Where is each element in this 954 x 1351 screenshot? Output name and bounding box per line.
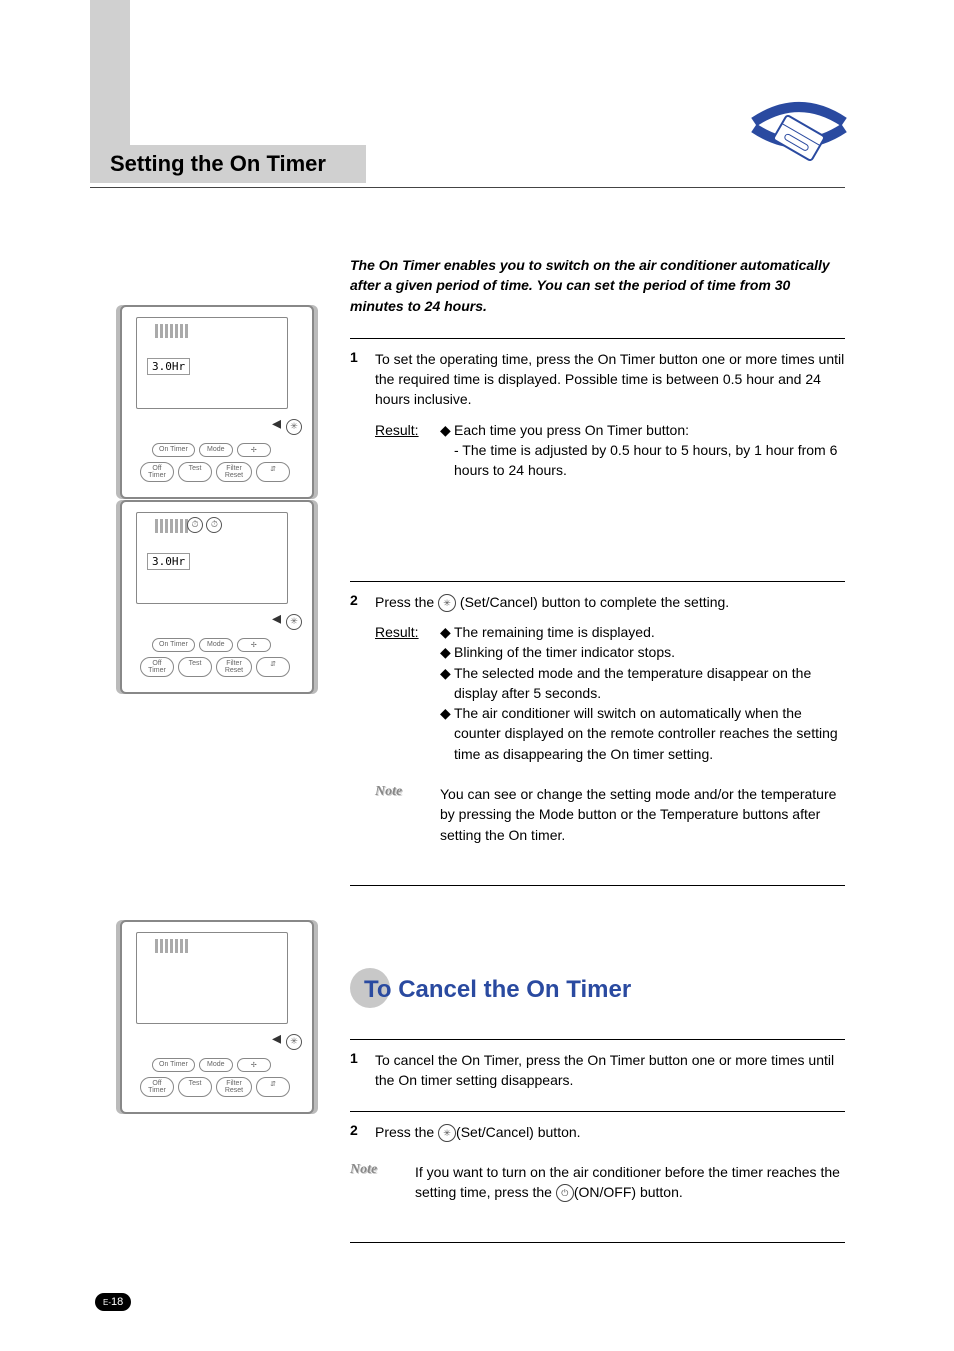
result-label: Result: [375, 622, 440, 764]
step-text: Press the ✳ (Set/Cancel) button to compl… [375, 592, 845, 612]
callout-arrow-icon: ◂ ✳ [272, 413, 302, 435]
text-fragment: (ON/OFF) button. [574, 1184, 683, 1200]
section-divider [350, 885, 845, 886]
on-off-icon: ⏻ [556, 1184, 574, 1202]
text-fragment: (Set/Cancel) button. [456, 1124, 581, 1140]
note-text: If you want to turn on the air condition… [415, 1162, 845, 1203]
remote-swing-button: ⇵ [256, 1077, 290, 1097]
cancel-heading-text: To Cancel the On Timer [350, 976, 631, 1003]
cancel-heading: To Cancel the On Timer [350, 976, 845, 1004]
remote-on-timer-button: On Timer [152, 638, 195, 652]
cancel-note-block: Note If you want to turn on the air cond… [350, 1162, 845, 1203]
page-prefix: E- [103, 1298, 111, 1307]
remote-filter-button: Filter Reset [216, 657, 252, 677]
remote-filter-button: Filter Reset [216, 462, 252, 482]
result-subline: - The time is adjusted by 0.5 hour to 5 … [440, 440, 845, 481]
result-bullet: The air conditioner will switch on autom… [454, 703, 845, 764]
remote-timer-icons: ⏱ ⏱ [187, 516, 222, 533]
step-1: 1 To set the operating time, press the O… [350, 338, 845, 481]
diamond-bullet-icon: ◆ [440, 663, 454, 704]
remote-on-timer-button: On Timer [152, 1058, 195, 1072]
set-cancel-icon: ✳ [438, 1124, 456, 1142]
cancel-step-2: 2 Press the ✳(Set/Cancel) button. [350, 1111, 845, 1142]
remote-mode-button: Mode [199, 443, 233, 457]
remote-off-timer-button: Off Timer [140, 1077, 174, 1097]
step-2: 2 Press the ✳ (Set/Cancel) button to com… [350, 581, 845, 764]
step-text: To cancel the On Timer, press the On Tim… [375, 1050, 845, 1091]
header-accent-band [90, 0, 130, 145]
remote-swing-button: ⇵ [256, 462, 290, 482]
diamond-bullet-icon: ◆ [440, 420, 454, 440]
diamond-bullet-icon: ◆ [440, 622, 454, 642]
step-number: 2 [350, 592, 375, 764]
remote-illustration-3: ◂ ✳ On Timer Mode ✢ Off Timer Test Filte… [120, 920, 314, 1114]
note-label: Note [375, 784, 440, 845]
remote-test-button: Test [178, 462, 212, 482]
remote-mode-button: Mode [199, 1058, 233, 1072]
callout-arrow-icon: ◂ ✳ [272, 1028, 302, 1050]
step-number: 2 [350, 1122, 375, 1142]
text-fragment: Press the [375, 594, 438, 610]
remote-temp-button: ✢ [237, 443, 271, 457]
remote-lcd: 3.0Hr [147, 553, 190, 570]
remote-temp-button: ✢ [237, 1058, 271, 1072]
remote-off-timer-button: Off Timer [140, 462, 174, 482]
result-bullet: The selected mode and the temperature di… [454, 663, 845, 704]
set-cancel-icon: ✳ [438, 594, 456, 612]
text-fragment: Press the [375, 1124, 438, 1140]
step-text: To set the operating time, press the On … [375, 349, 845, 410]
note-text: You can see or change the setting mode a… [440, 784, 845, 845]
remote-temp-button: ✢ [237, 638, 271, 652]
text-fragment: (Set/Cancel) button to complete the sett… [456, 594, 729, 610]
remote-filter-button: Filter Reset [216, 1077, 252, 1097]
result-label: Result: [375, 420, 440, 481]
note-block: Note You can see or change the setting m… [375, 784, 845, 845]
result-bullet: Each time you press On Timer button: [454, 420, 689, 440]
remote-controller-logo [749, 100, 849, 170]
result-bullet: The remaining time is displayed. [454, 622, 655, 642]
step-number: 1 [350, 1050, 375, 1091]
step-number: 1 [350, 349, 375, 481]
note-label: Note [350, 1162, 415, 1203]
remote-test-button: Test [178, 657, 212, 677]
cancel-step-1: 1 To cancel the On Timer, press the On T… [350, 1039, 845, 1091]
page-number-value: 18 [111, 1296, 123, 1308]
remote-on-timer-button: On Timer [152, 443, 195, 457]
remote-illustration-1: 3.0Hr ◂ ✳ On Timer Mode ✢ Off Timer Test… [120, 305, 314, 499]
remote-illustration-2: 3.0Hr ⏱ ⏱ ◂ ✳ On Timer Mode ✢ Off Timer … [120, 500, 314, 694]
page-number: E-18 [95, 1293, 131, 1311]
page-title: Setting the On Timer [90, 145, 366, 183]
remote-off-timer-button: Off Timer [140, 657, 174, 677]
title-bar: Setting the On Timer [90, 145, 845, 188]
remote-lcd: 3.0Hr [147, 358, 190, 375]
intro-text: The On Timer enables you to switch on th… [350, 255, 845, 316]
remote-swing-button: ⇵ [256, 657, 290, 677]
section-divider [350, 1242, 845, 1243]
diamond-bullet-icon: ◆ [440, 703, 454, 764]
result-bullet: Blinking of the timer indicator stops. [454, 642, 675, 662]
remote-mode-button: Mode [199, 638, 233, 652]
remote-test-button: Test [178, 1077, 212, 1097]
main-content: The On Timer enables you to switch on th… [350, 255, 845, 1243]
step-text: Press the ✳(Set/Cancel) button. [375, 1122, 845, 1142]
diamond-bullet-icon: ◆ [440, 642, 454, 662]
callout-arrow-icon: ◂ ✳ [272, 608, 302, 630]
